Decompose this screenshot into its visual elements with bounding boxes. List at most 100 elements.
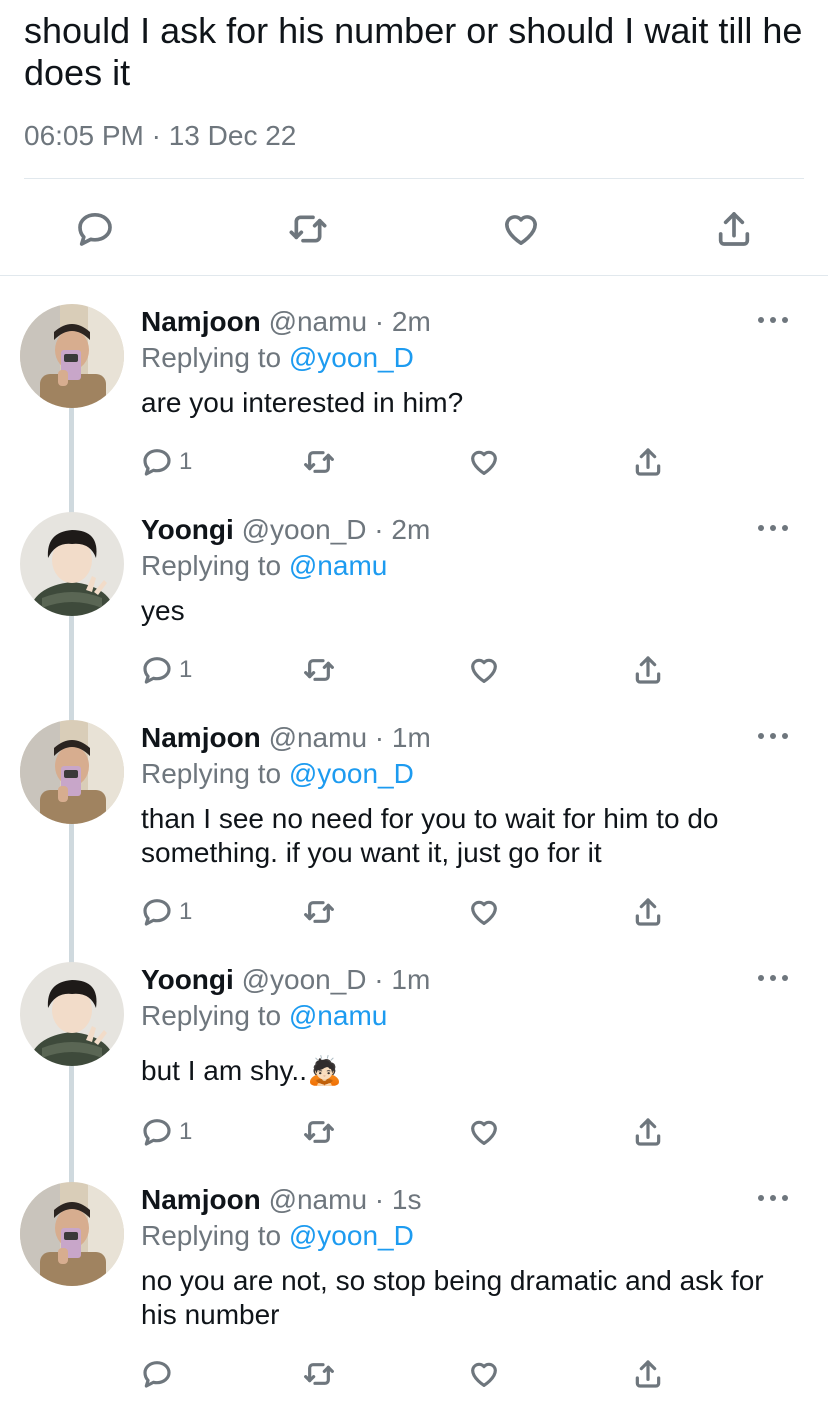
reply-icon — [143, 1119, 171, 1146]
author-name[interactable]: Namjoon — [141, 722, 261, 753]
divider — [24, 178, 804, 179]
like-button[interactable] — [468, 895, 500, 929]
share-button[interactable] — [632, 653, 664, 687]
mention-link[interactable]: @yoon_D — [289, 1220, 414, 1251]
retweet-icon — [304, 901, 334, 923]
reply-icon — [143, 899, 171, 926]
reply-count: 1 — [179, 448, 193, 475]
handle-time: @yoon_D · 2m — [241, 514, 431, 545]
reply-button[interactable]: 1 — [141, 1115, 192, 1149]
share-button[interactable] — [632, 895, 664, 929]
avatar[interactable] — [20, 720, 124, 824]
mention-link[interactable]: @namu — [289, 1000, 387, 1031]
share-button[interactable] — [632, 445, 664, 479]
reply-text: no you are not, so stop being dramatic a… — [141, 1265, 764, 1330]
avatar[interactable] — [20, 1182, 124, 1286]
handle-time: @namu · 2m — [268, 306, 431, 337]
reply-icon — [143, 657, 171, 684]
retweet-icon — [304, 1121, 334, 1143]
share-button[interactable] — [632, 1115, 664, 1149]
reply-button[interactable]: 1 — [141, 895, 192, 929]
retweet-icon — [304, 659, 334, 681]
avatar[interactable] — [20, 962, 124, 1066]
reply-button[interactable] — [73, 207, 117, 251]
reply-actions: 1 — [141, 1115, 681, 1149]
retweet-button[interactable] — [303, 653, 335, 687]
replying-to-label: Replying to — [141, 758, 289, 789]
reply-count: 1 — [179, 1118, 193, 1145]
replying-to-label: Replying to — [141, 1220, 289, 1251]
handle-time: @yoon_D · 1m — [241, 964, 431, 995]
reply-actions: 1 — [141, 653, 681, 687]
reply-icon — [143, 449, 171, 476]
share-icon — [635, 1118, 661, 1146]
author-name[interactable]: Yoongi — [141, 514, 234, 545]
like-button[interactable] — [468, 445, 500, 479]
share-icon — [635, 656, 661, 684]
like-button[interactable] — [468, 1357, 500, 1391]
reply-icon — [143, 1361, 171, 1388]
retweet-icon — [304, 451, 334, 473]
retweet-button[interactable] — [286, 207, 330, 251]
author-name[interactable]: Namjoon — [141, 1184, 261, 1215]
handle-time: @namu · 1s — [268, 1184, 422, 1215]
reply-text: are you interested in him? — [141, 387, 464, 418]
reply-button[interactable]: 1 — [141, 653, 192, 687]
more-options-icon[interactable] — [758, 1186, 788, 1210]
tweet-timestamp: 06:05 PM · 13 Dec 22 — [24, 120, 297, 151]
reply-button[interactable]: 1 — [141, 445, 192, 479]
reply-count: 1 — [179, 656, 193, 683]
thread-line — [69, 1066, 74, 1184]
author-name[interactable]: Namjoon — [141, 306, 261, 337]
more-options-icon[interactable] — [758, 308, 788, 332]
reply-actions — [141, 1357, 681, 1391]
reply-text: but I am shy..🙇🏻 — [141, 1055, 342, 1086]
mention-link[interactable]: @namu — [289, 550, 387, 581]
replying-to-label: Replying to — [141, 550, 289, 581]
retweet-button[interactable] — [303, 1357, 335, 1391]
like-button[interactable] — [499, 207, 543, 251]
avatar[interactable] — [20, 512, 124, 616]
heart-icon — [471, 1362, 497, 1387]
share-icon — [635, 1360, 661, 1388]
mention-link[interactable]: @yoon_D — [289, 342, 414, 373]
more-options-icon[interactable] — [758, 966, 788, 990]
thread-line — [69, 408, 74, 514]
mention-link[interactable]: @yoon_D — [289, 758, 414, 789]
like-button[interactable] — [468, 1115, 500, 1149]
reply-icon — [78, 213, 112, 246]
thread-line — [69, 824, 74, 964]
more-options-icon[interactable] — [758, 516, 788, 540]
heart-icon — [505, 215, 537, 246]
reply-actions: 1 — [141, 445, 681, 479]
share-icon — [635, 448, 661, 476]
thread-line — [69, 616, 74, 722]
retweet-button[interactable] — [303, 895, 335, 929]
reply-actions: 1 — [141, 895, 681, 929]
like-button[interactable] — [468, 653, 500, 687]
share-icon — [718, 212, 750, 246]
heart-icon — [471, 450, 497, 475]
replying-to-label: Replying to — [141, 1000, 289, 1031]
divider — [0, 275, 828, 276]
handle-time: @namu · 1m — [268, 722, 431, 753]
share-icon — [635, 898, 661, 926]
reply-text: yes — [141, 595, 185, 626]
heart-icon — [471, 1120, 497, 1145]
reply-text: than I see no need for you to wait for h… — [141, 803, 719, 868]
share-button[interactable] — [632, 1357, 664, 1391]
main-tweet-text: should I ask for his number or should I … — [24, 10, 803, 93]
replying-to-label: Replying to — [141, 342, 289, 373]
author-name[interactable]: Yoongi — [141, 964, 234, 995]
more-options-icon[interactable] — [758, 724, 788, 748]
share-button[interactable] — [712, 207, 756, 251]
reply-button[interactable] — [141, 1357, 179, 1391]
retweet-icon — [289, 215, 327, 243]
main-tweet-actions — [0, 207, 828, 251]
retweet-button[interactable] — [303, 1115, 335, 1149]
retweet-icon — [304, 1363, 334, 1385]
retweet-button[interactable] — [303, 445, 335, 479]
heart-icon — [471, 900, 497, 925]
reply-count: 1 — [179, 898, 193, 925]
avatar[interactable] — [20, 304, 124, 408]
